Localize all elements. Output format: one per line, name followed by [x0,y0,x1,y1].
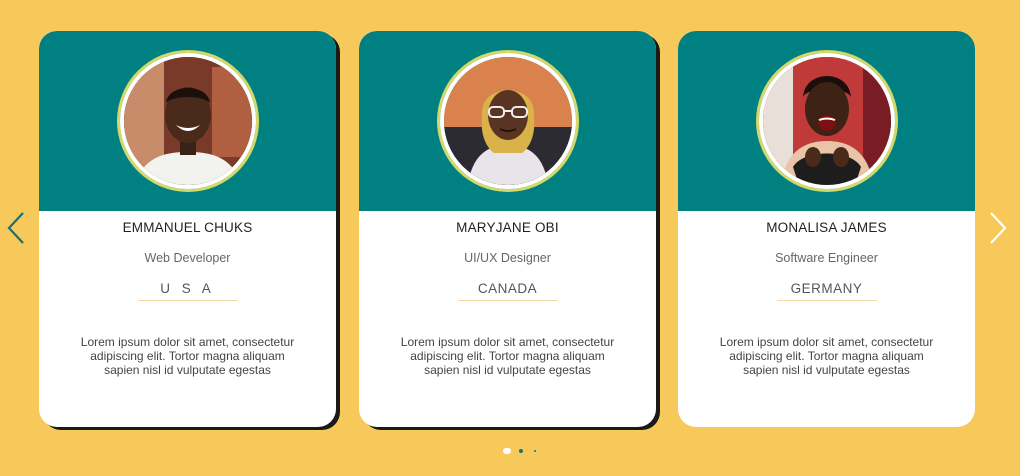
profile-avatar [439,53,576,189]
chevron-left-icon [7,212,24,244]
pagination-dot-active[interactable] [503,448,511,454]
card-role: Software Engineer [775,251,878,265]
card-name: MONALISA JAMES [766,220,887,235]
carousel-next-button[interactable] [986,210,1010,246]
carousel-prev-button[interactable] [4,210,28,246]
card-country: U S A [137,281,238,301]
card-name: MARYJANE OBI [456,220,559,235]
woman-with-glasses-photo [443,57,572,185]
card-role: Web Developer [144,251,231,265]
card-role: UI/UX Designer [464,251,551,265]
woman-laughing-photo [762,57,891,185]
pagination-dot[interactable] [534,450,536,452]
card-bio: Lorem ipsum dolor sit amet, consectetur … [400,335,615,377]
card-bio: Lorem ipsum dolor sit amet, consectetur … [80,335,295,377]
profile-avatar [119,53,256,189]
profile-card: EMMANUEL CHUKS Web Developer U S A Lorem… [39,31,336,427]
profile-card: MARYJANE OBI UI/UX Designer CANADA Lorem… [359,31,656,427]
carousel-pagination [0,444,1020,458]
card-name: EMMANUEL CHUKS [122,220,253,235]
profile-avatar [758,53,895,189]
chevron-right-icon [990,212,1007,244]
testimonial-carousel: EMMANUEL CHUKS Web Developer U S A Lorem… [0,0,1020,476]
pagination-dot[interactable] [519,449,523,453]
profile-card: MONALISA JAMES Software Engineer GERMANY… [678,31,975,427]
card-bio: Lorem ipsum dolor sit amet, consectetur … [719,335,934,377]
man-smiling-photo [123,57,252,185]
card-country: CANADA [457,281,558,301]
card-country: GERMANY [776,281,877,301]
